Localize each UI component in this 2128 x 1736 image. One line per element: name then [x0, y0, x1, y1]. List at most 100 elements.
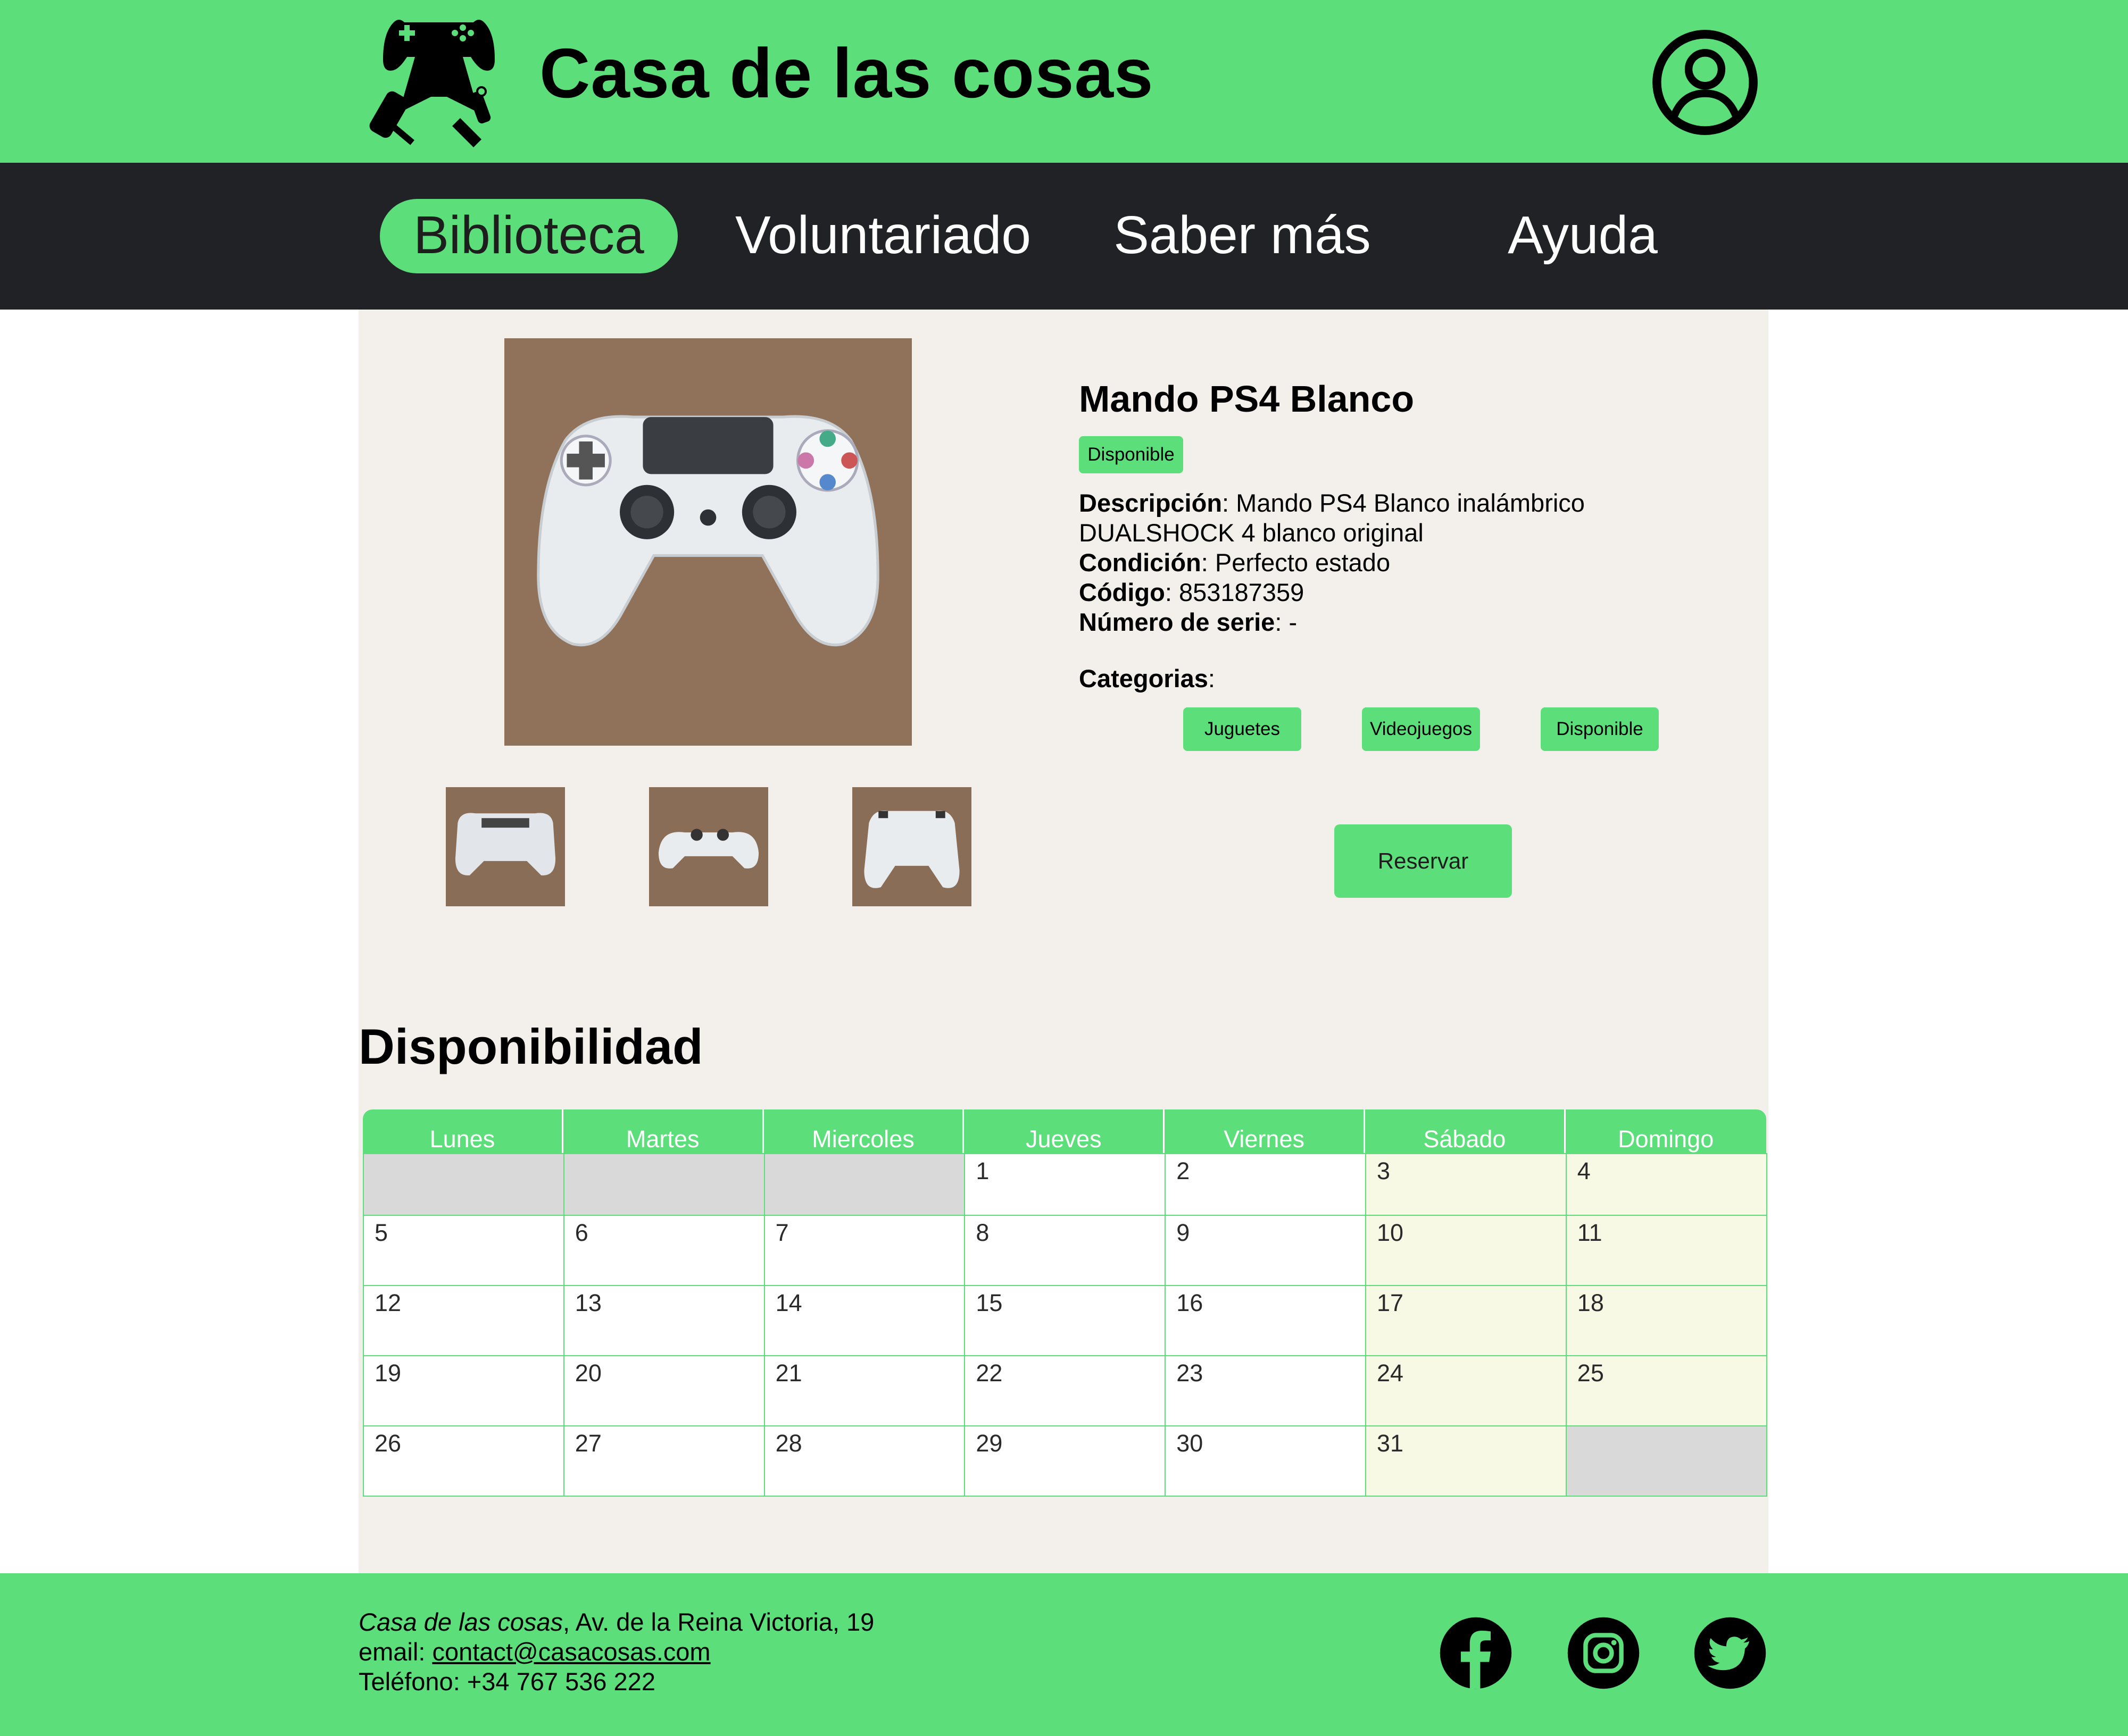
site-title[interactable]: Casa de las cosas — [539, 33, 1153, 113]
product-thumbnail-back[interactable] — [446, 787, 565, 906]
calendar-day-number: 4 — [1577, 1157, 1591, 1184]
description-label: Descripción — [1079, 489, 1223, 517]
calendar-day-header: Viernes — [1165, 1109, 1365, 1153]
calendar-day-number: 20 — [575, 1359, 602, 1387]
calendar-day-cell[interactable]: 16 — [1165, 1285, 1366, 1356]
calendar-day-cell[interactable]: 21 — [763, 1355, 966, 1426]
calendar-day-cell[interactable]: 14 — [763, 1285, 966, 1356]
product-thumbnail-top[interactable] — [852, 787, 971, 906]
calendar-day-cell[interactable]: 23 — [1165, 1355, 1366, 1426]
calendar-day-cell[interactable]: 26 — [363, 1425, 564, 1497]
product-thumbnail-side[interactable] — [649, 787, 768, 906]
calendar-day-cell[interactable]: 30 — [1165, 1425, 1366, 1497]
calendar-day-number: 13 — [575, 1289, 602, 1316]
calendar-day-cell[interactable]: 10 — [1365, 1215, 1567, 1286]
calendar-day-cell[interactable]: 19 — [363, 1355, 564, 1426]
product-panel: Mando PS4 Blanco Disponible Descripción:… — [359, 310, 1768, 1573]
calendar-day-number: 31 — [1377, 1430, 1404, 1457]
calendar-day-number: 30 — [1176, 1430, 1203, 1457]
description-line-1: Mando PS4 Blanco inalámbrico — [1236, 489, 1585, 517]
facebook-icon[interactable] — [1439, 1616, 1513, 1690]
categories-label: Categorias — [1079, 664, 1208, 692]
calendar-day-number: 6 — [575, 1219, 588, 1246]
gamepad-tools-logo-icon[interactable] — [367, 12, 511, 150]
calendar-day-cell[interactable]: 2 — [1165, 1153, 1366, 1216]
calendar-day-cell[interactable]: 3 — [1365, 1153, 1567, 1216]
category-tag-disponible[interactable]: Disponible — [1541, 707, 1659, 751]
calendar-day-cell[interactable]: 9 — [1165, 1215, 1366, 1286]
calendar-empty-cell — [363, 1153, 564, 1216]
calendar-day-number: 18 — [1577, 1289, 1604, 1316]
calendar-day-cell[interactable]: 4 — [1565, 1153, 1767, 1216]
calendar-day-number: 29 — [976, 1430, 1003, 1457]
calendar-day-cell[interactable]: 29 — [964, 1425, 1166, 1497]
footer-email-link[interactable]: contact@casacosas.com — [432, 1638, 710, 1666]
calendar-day-header: Miercoles — [763, 1109, 965, 1153]
instagram-icon[interactable] — [1566, 1616, 1641, 1690]
calendar-day-header: Martes — [563, 1109, 764, 1153]
site-header: Casa de las cosas — [0, 0, 2128, 163]
calendar-day-cell[interactable]: 18 — [1565, 1285, 1767, 1356]
calendar-empty-cell — [763, 1153, 966, 1216]
calendar-day-number: 25 — [1577, 1359, 1604, 1387]
calendar-day-cell[interactable]: 25 — [1565, 1355, 1767, 1426]
calendar-day-cell[interactable]: 12 — [363, 1285, 564, 1356]
calendar-day-number: 7 — [775, 1219, 789, 1246]
calendar-day-cell[interactable]: 7 — [763, 1215, 966, 1286]
calendar-day-number: 11 — [1577, 1219, 1602, 1246]
calendar-day-cell[interactable]: 20 — [563, 1355, 765, 1426]
calendar-empty-cell — [563, 1153, 765, 1216]
site-footer: Casa de las cosas, Av. de la Reina Victo… — [0, 1573, 2128, 1736]
product-main-image[interactable] — [504, 338, 912, 746]
calendar-day-number: 16 — [1176, 1289, 1203, 1316]
category-tag-juguetes[interactable]: Juguetes — [1183, 707, 1301, 751]
availability-calendar: Lunes Martes Miercoles Jueves Viernes Sábado D… — [363, 1109, 1767, 1497]
calendar-day-cell[interactable]: 28 — [763, 1425, 966, 1497]
category-tag-videojuegos[interactable]: Videojuegos — [1362, 707, 1480, 751]
calendar-day-cell[interactable]: 13 — [563, 1285, 765, 1356]
calendar-day-cell[interactable]: 6 — [563, 1215, 765, 1286]
footer-phone-label: Teléfono: — [359, 1667, 467, 1696]
calendar-day-cell[interactable]: 15 — [964, 1285, 1166, 1356]
calendar-day-cell[interactable]: 17 — [1365, 1285, 1567, 1356]
calendar-day-cell[interactable]: 22 — [964, 1355, 1166, 1426]
calendar-day-number: 24 — [1377, 1359, 1404, 1387]
footer-email-label: email: — [359, 1638, 433, 1666]
calendar-day-cell[interactable]: 24 — [1365, 1355, 1567, 1426]
calendar-day-cell[interactable]: 5 — [363, 1215, 564, 1286]
nav-item-voluntariado[interactable]: Voluntariado — [724, 199, 1043, 273]
calendar-day-number: 17 — [1377, 1289, 1404, 1316]
calendar-day-cell[interactable]: 31 — [1365, 1425, 1567, 1497]
nav-item-ayuda[interactable]: Ayuda — [1490, 199, 1676, 273]
code-value: 853187359 — [1178, 578, 1304, 606]
footer-contact-info: Casa de las cosas, Av. de la Reina Victo… — [359, 1607, 874, 1697]
calendar-day-header: Domingo — [1565, 1109, 1766, 1153]
calendar-day-number: 8 — [976, 1219, 990, 1246]
nav-item-biblioteca[interactable]: Biblioteca — [380, 199, 678, 273]
condition-value: Perfecto estado — [1215, 548, 1391, 577]
calendar-day-number: 28 — [775, 1430, 802, 1457]
calendar-day-number: 2 — [1176, 1157, 1190, 1184]
user-account-icon[interactable] — [1650, 28, 1760, 137]
calendar-day-number: 26 — [375, 1430, 402, 1457]
calendar-day-number: 12 — [375, 1289, 402, 1316]
categories-heading: Categorias: — [1079, 664, 1215, 692]
calendar-day-header: Jueves — [964, 1109, 1165, 1153]
calendar-day-number: 23 — [1176, 1359, 1203, 1387]
calendar-day-number: 14 — [775, 1289, 802, 1316]
twitter-icon[interactable] — [1693, 1616, 1767, 1690]
product-details: Descripción: Mando PS4 Blanco inalámbric… — [1079, 489, 1585, 636]
description-line-2: DUALSHOCK 4 blanco original — [1079, 519, 1424, 547]
nav-item-saber-mas[interactable]: Saber más — [1101, 199, 1383, 273]
calendar-day-cell[interactable]: 11 — [1565, 1215, 1767, 1286]
calendar-day-cell[interactable]: 27 — [563, 1425, 765, 1497]
calendar-day-number: 19 — [375, 1359, 402, 1387]
footer-name: Casa de las cosas — [359, 1608, 563, 1636]
reserve-button[interactable]: Reservar — [1334, 824, 1512, 898]
calendar-day-number: 9 — [1176, 1219, 1190, 1246]
serial-value: - — [1289, 608, 1298, 636]
calendar-day-header: Lunes — [363, 1109, 563, 1153]
calendar-day-cell[interactable]: 1 — [964, 1153, 1166, 1216]
calendar-day-cell[interactable]: 8 — [964, 1215, 1166, 1286]
footer-address: , Av. de la Reina Victoria, 19 — [563, 1608, 875, 1636]
